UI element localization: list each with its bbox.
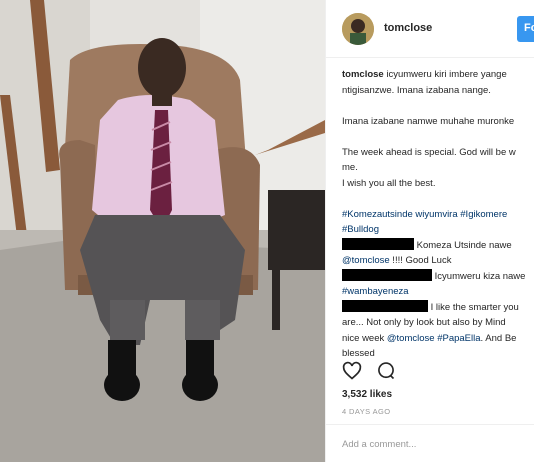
heart-icon[interactable] [342,361,362,386]
caption-hashtag-bulldog[interactable]: #Bulldog [342,222,534,238]
post-side-panel: tomclose Fo tomclose icyumweru kiri imbe… [325,0,534,462]
photo-man-in-chair [0,0,325,462]
header-username[interactable]: tomclose [384,22,432,34]
caption-line-2: ntigisanzwe. Imana izabana nange. [342,84,491,96]
comment-3-line-3: nice week @tomclose #PapaElla. And Be [342,331,534,347]
comment-3-text: I like the smarter you [430,301,519,313]
follow-button[interactable]: Fo [517,16,534,42]
add-comment-bar: Add a comment... [326,424,534,462]
caption-line-6: I wish you all the best. [342,177,436,189]
avatar[interactable] [342,13,374,45]
add-comment-input[interactable]: Add a comment... [342,439,416,450]
comment-1: Komeza Utsinde nawe [342,237,534,254]
comment-1-text: Komeza Utsinde nawe [416,239,512,251]
comment-2: Icyumweru kiza nawe [342,268,534,285]
mention-link[interactable]: @tomclose [387,333,435,344]
comment-icon[interactable] [376,361,396,386]
comment-3-line-4: blessed [342,348,375,359]
comment-3-text-3: nice week [342,332,387,344]
caption-text: icyumweru kiri imbere yange [386,69,507,80]
caption-line-4: The week ahead is special. God will be w [342,146,516,158]
caption-line-5: me. [342,162,358,173]
caption-line-3: Imana izabane namwe muhahe muronke [342,115,515,127]
comment-2-text: Icyumweru kiza nawe [434,270,526,282]
mention-link[interactable]: @tomclose [342,255,390,266]
post-photo[interactable] [0,0,325,462]
redacted-username [342,268,432,281]
caption-line-1: tomclose icyumweru kiri imbere yange [342,67,534,83]
hashtag-link[interactable]: #PapaElla [435,333,480,344]
comment-2-hashtag[interactable]: #wambayeneza [342,284,534,300]
comment-thread: tomclose icyumweru kiri imbere yange nti… [342,67,534,362]
comment-3: I like the smarter you [342,299,534,316]
post-actions [342,361,406,383]
comment-1-text-2: !!!! Good Luck [389,255,452,266]
post-header: tomclose Fo [326,0,534,58]
caption-username[interactable]: tomclose [342,69,384,80]
comment-1-line-2: @tomclose !!!! Good Luck [342,253,534,269]
timestamp[interactable]: 4 DAYS AGO [342,407,390,416]
redacted-username [342,237,414,250]
like-count[interactable]: 3,532 likes [342,389,392,400]
caption-hashtags[interactable]: #Komezautsinde wiyumvira #Igikomere [342,207,534,223]
redacted-username [342,299,428,312]
comment-3-text-4: . And Be [480,332,517,344]
comment-3-line-2: are... Not only by look but also by Mind [342,317,506,328]
